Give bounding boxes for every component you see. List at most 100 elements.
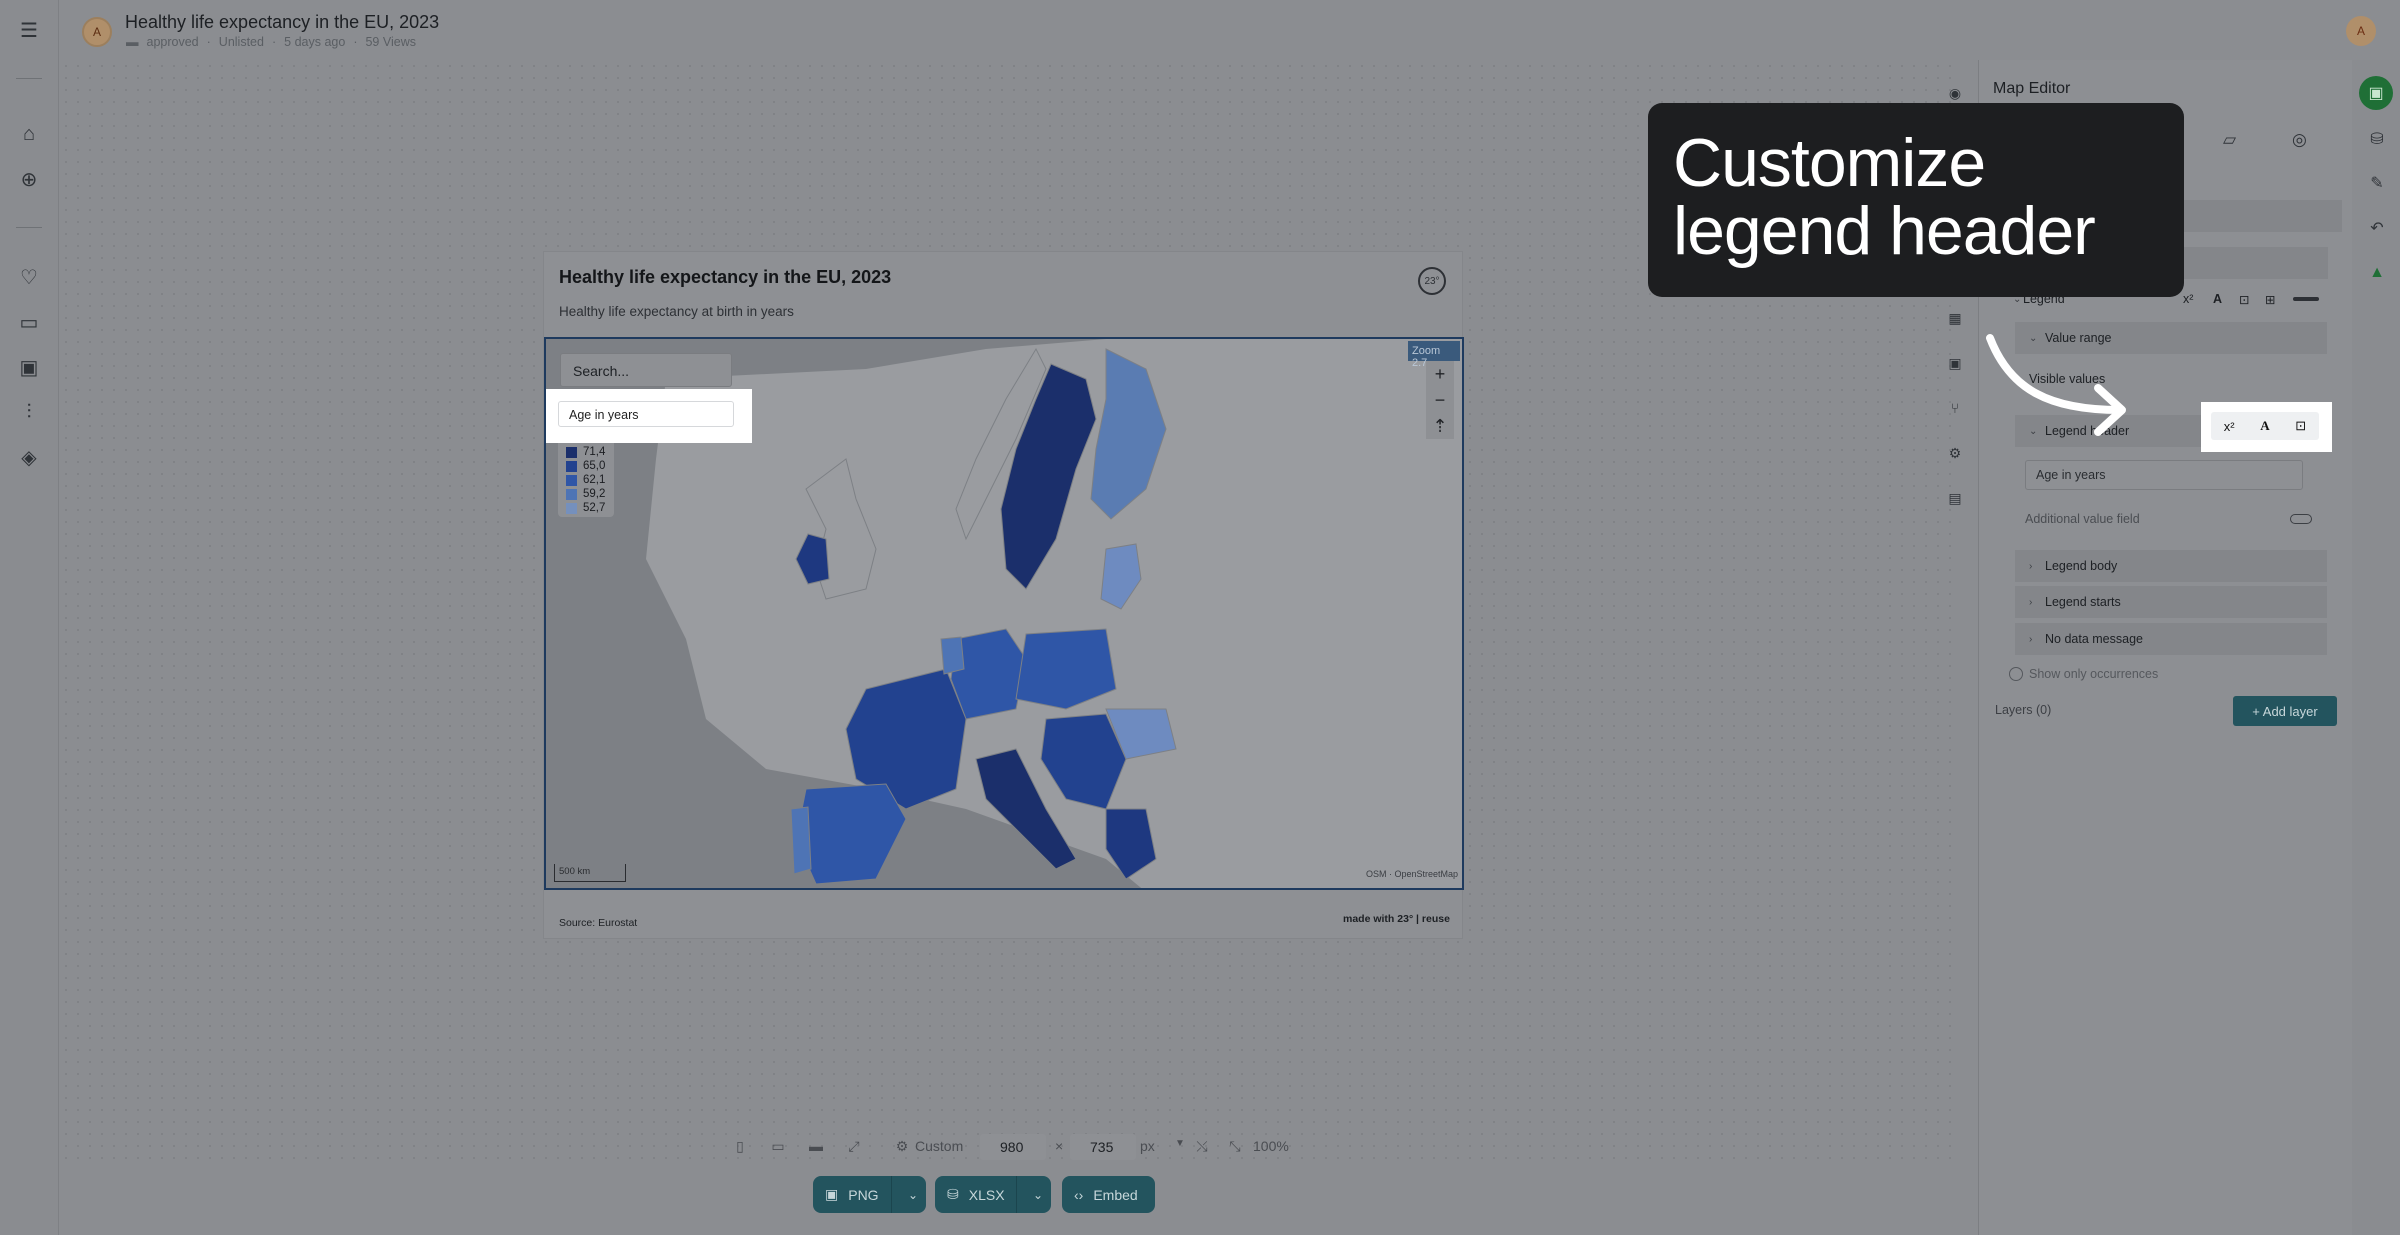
brand-icon[interactable]: ▲ xyxy=(2364,260,2390,286)
show-occurrences-row[interactable]: Show only occurrences xyxy=(2003,658,2328,690)
fullscreen-icon[interactable]: ⤢ xyxy=(844,1138,864,1155)
zoom-percent: 100% xyxy=(1253,1138,1289,1154)
show-occurrences-radio[interactable] xyxy=(2009,667,2023,681)
pencil-icon[interactable]: ✎ xyxy=(2364,170,2390,196)
font-icon[interactable]: A xyxy=(2260,418,2269,434)
legend-value: 65,0 xyxy=(583,460,606,472)
legend-toggle[interactable] xyxy=(2293,297,2319,301)
legend-header-input[interactable]: Age in years xyxy=(2025,460,2303,490)
views-label: 59 Views xyxy=(365,35,416,49)
zoom-in-button[interactable]: + xyxy=(1426,361,1454,387)
folder-small-icon: ▬ xyxy=(126,35,139,49)
resize-icon[interactable]: ⤡ xyxy=(1225,1138,1245,1155)
user-avatar[interactable]: A xyxy=(2346,16,2376,46)
preset-label[interactable]: Custom xyxy=(915,1138,963,1154)
chevron-right-icon: › xyxy=(2029,596,2033,608)
save-icon[interactable]: ▣ xyxy=(2359,76,2393,110)
chevron-right-icon: › xyxy=(2029,560,2033,572)
meta-dot: · xyxy=(271,35,277,49)
laptop-icon[interactable]: ▬ xyxy=(806,1138,826,1154)
map-search-input[interactable]: Search... xyxy=(560,353,732,387)
embed-label: Embed xyxy=(1093,1186,1138,1203)
rail-divider xyxy=(16,227,42,228)
legend-item: 65,0 xyxy=(566,459,608,473)
image-icon[interactable]: ▣ xyxy=(16,354,42,380)
show-occurrences-label: Show only occurrences xyxy=(2029,667,2159,681)
map-attribution[interactable]: OSM · OpenStreetMap xyxy=(1366,869,1458,879)
chart-title: Healthy life expectancy in the EU, 2023 xyxy=(559,267,892,287)
branch-icon[interactable]: ⑂ xyxy=(1944,397,1966,419)
paint-roller-icon[interactable]: ▤ xyxy=(1944,487,1966,509)
superscript-icon[interactable]: x² xyxy=(2224,419,2235,434)
right-rail: ▣ ⛁ ✎ ↶ ▲ xyxy=(2352,60,2400,1235)
grid-icon[interactable]: ▦ xyxy=(1944,307,1966,329)
map-view[interactable]: Search... Zoom 2.7 + − ⇡ 71,4 65,0 62,1 … xyxy=(544,337,1464,890)
legend-header-highlight: Age in years xyxy=(546,389,752,443)
gear-icon[interactable]: ⚙ xyxy=(892,1138,912,1155)
legend-header-text: Age in years xyxy=(558,401,734,427)
eye-icon[interactable]: ◉ xyxy=(1944,82,1966,104)
project-avatar: A xyxy=(82,17,112,47)
grid-icon[interactable]: ⊞ xyxy=(2265,292,2275,307)
font-icon[interactable]: A xyxy=(2213,292,2222,306)
image-icon[interactable]: ⊡ xyxy=(2239,292,2249,307)
embed-button[interactable]: ‹› Embed xyxy=(1062,1176,1155,1213)
legend-swatch xyxy=(566,474,577,486)
favorites-icon[interactable]: ♡ xyxy=(16,264,42,290)
page-title[interactable]: Healthy life expectancy in the EU, 2023 xyxy=(125,12,439,33)
portugal-region xyxy=(790,806,812,875)
tablet-icon[interactable]: ▭ xyxy=(768,1138,788,1155)
width-input[interactable]: 980 xyxy=(980,1134,1046,1160)
additional-value-toggle[interactable] xyxy=(2290,514,2312,524)
legend-starts-label: Legend starts xyxy=(2045,595,2121,609)
no-data-label: No data message xyxy=(2045,632,2143,646)
folder-icon[interactable]: ▭ xyxy=(16,309,42,335)
superscript-icon[interactable]: x² xyxy=(2183,292,2193,306)
academy-icon[interactable]: ◈ xyxy=(16,444,42,470)
tutorial-arrow xyxy=(1986,334,2126,436)
height-input[interactable]: 735 xyxy=(1070,1134,1136,1160)
add-icon[interactable]: ⊕ xyxy=(16,166,42,192)
left-rail: ☰ ⌂ ⊕ ♡ ▭ ▣ ⫶ ◈ xyxy=(0,0,59,1235)
status-label: approved xyxy=(146,35,199,49)
legend-swatch xyxy=(566,488,577,500)
meta-dot: · xyxy=(206,35,211,49)
mobile-icon[interactable]: ▯ xyxy=(730,1138,750,1155)
scale-bar: 500 km xyxy=(554,864,626,882)
additional-value-row: Additional value field xyxy=(2015,503,2327,535)
sliders-icon[interactable]: ⫶ xyxy=(16,399,42,425)
menu-icon[interactable]: ☰ xyxy=(16,17,42,43)
tab-map-icon[interactable]: ▱ xyxy=(2223,130,2236,150)
legend-body-label: Legend body xyxy=(2045,559,2118,573)
chevron-down-icon[interactable]: ⌄ xyxy=(908,1188,918,1202)
zoom-out-button[interactable]: − xyxy=(1426,387,1454,413)
compass-button[interactable]: ⇡ xyxy=(1426,413,1454,439)
chevron-down-icon[interactable]: ▼ xyxy=(1175,1138,1185,1149)
made-with-link[interactable]: made with 23° | reuse xyxy=(1343,913,1450,925)
visibility-label: Unlisted xyxy=(218,35,264,49)
unit-select[interactable]: px xyxy=(1140,1138,1155,1154)
tab-globe-icon[interactable]: ◎ xyxy=(2292,130,2307,150)
legend-starts-section[interactable]: › Legend starts xyxy=(2015,586,2327,618)
add-layer-button[interactable]: + Add layer xyxy=(2233,696,2337,726)
picture-icon[interactable]: ▣ xyxy=(1944,352,1966,374)
png-export-button[interactable]: ▣ PNG ⌄ xyxy=(813,1176,926,1213)
link-icon[interactable]: ⤯ xyxy=(1192,1138,1212,1155)
additional-value-label: Additional value field xyxy=(2025,512,2140,526)
zoom-level-badge: Zoom 2.7 xyxy=(1408,341,1460,369)
settings-icon[interactable]: ⚙ xyxy=(1944,442,1966,464)
legend-value: 62,1 xyxy=(583,474,606,486)
home-icon[interactable]: ⌂ xyxy=(16,121,42,147)
legend-body-section[interactable]: › Legend body xyxy=(2015,550,2327,582)
chevron-down-icon[interactable]: ⌄ xyxy=(1033,1188,1043,1202)
age-label: 5 days ago xyxy=(284,35,346,49)
no-data-section[interactable]: › No data message xyxy=(2015,623,2327,655)
image-icon[interactable]: ⊡ xyxy=(2295,418,2306,434)
database-icon[interactable]: ⛁ xyxy=(2364,126,2390,152)
xlsx-export-button[interactable]: ⛁ XLSX ⌄ xyxy=(935,1176,1051,1213)
text-tools: x² A ⊡ xyxy=(2211,412,2319,440)
undo-icon[interactable]: ↶ xyxy=(2364,215,2390,241)
times-sign: × xyxy=(1055,1138,1064,1154)
legend-value: 52,7 xyxy=(583,502,606,514)
xlsx-label: XLSX xyxy=(968,1186,1005,1203)
